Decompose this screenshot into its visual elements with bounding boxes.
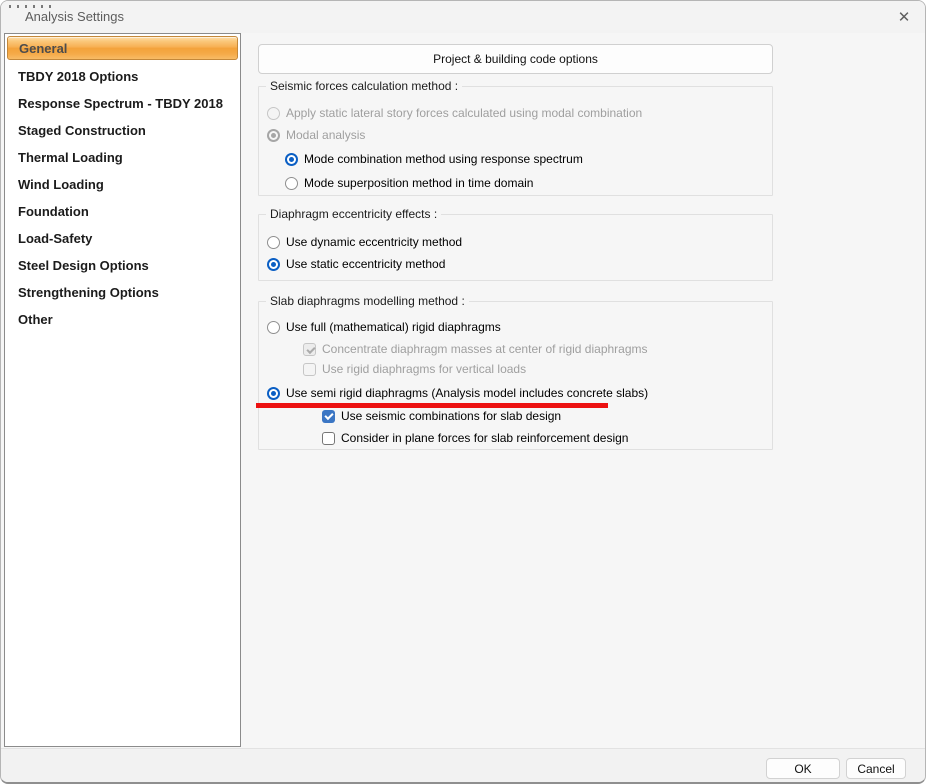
radio-modal-analysis: Modal analysis [267,127,365,143]
sidebar-item-label: Wind Loading [18,177,104,192]
project-building-code-options-button[interactable]: Project & building code options [258,44,773,74]
sidebar-item-label: General [19,40,68,56]
sidebar-item-label: Foundation [18,204,89,219]
sidebar-item-response-spectrum[interactable]: Response Spectrum - TBDY 2018 [5,90,240,117]
sidebar-item-label: Load-Safety [18,231,93,246]
option-label: Use seismic combinations for slab design [341,409,562,423]
radio-icon[interactable] [285,176,298,190]
sidebar-item-strengthening-options[interactable]: Strengthening Options [5,279,240,306]
seismic-forces-group: Seismic forces calculation method : Appl… [258,79,773,196]
checkbox-seismic-combinations-slab-design[interactable]: Use seismic combinations for slab design [322,408,561,424]
sidebar-item-label: Thermal Loading [18,150,123,165]
dialog-title: Analysis Settings [25,9,124,24]
sidebar-item-load-safety[interactable]: Load-Safety [5,225,240,252]
cancel-button-label: Cancel [857,761,895,776]
radio-icon[interactable] [267,257,280,271]
group-title: Diaphragm eccentricity effects : [266,207,442,221]
sidebar-item-label: Staged Construction [18,123,146,138]
title-bar: Analysis Settings ✕ [1,1,925,33]
radio-dynamic-eccentricity[interactable]: Use dynamic eccentricity method [267,234,462,250]
ok-button-label: OK [794,761,812,776]
option-label: Use dynamic eccentricity method [286,235,463,249]
button-label: Project & building code options [433,52,598,66]
option-label: Consider in plane forces for slab reinfo… [341,431,629,445]
radio-icon[interactable] [285,152,298,166]
radio-icon[interactable] [267,320,280,334]
radio-icon [267,128,280,142]
option-label: Use rigid diaphragms for vertical loads [322,362,527,376]
sidebar-item-label: Strengthening Options [18,285,159,300]
radio-mode-combination-response-spectrum[interactable]: Mode combination method using response s… [285,151,583,167]
checkbox-rigid-diaphragms-vertical-loads: Use rigid diaphragms for vertical loads [303,361,526,377]
slab-diaphragms-group: Slab diaphragms modelling method : Use f… [258,294,773,450]
checkbox-icon[interactable] [322,409,335,423]
sidebar-item-wind-loading[interactable]: Wind Loading [5,171,240,198]
cancel-button[interactable]: Cancel [846,758,906,779]
checkbox-icon [303,342,316,356]
sidebar-item-other[interactable]: Other [5,306,240,333]
option-label: Mode combination method using response s… [304,152,583,166]
radio-icon [267,106,280,120]
settings-category-list: General TBDY 2018 Options Response Spect… [4,33,241,747]
annotation-red-underline [256,403,608,408]
option-label: Apply static lateral story forces calcul… [286,106,643,120]
radio-icon[interactable] [267,235,280,249]
analysis-settings-dialog: Analysis Settings ✕ General TBDY 2018 Op… [0,0,926,784]
radio-static-eccentricity[interactable]: Use static eccentricity method [267,256,445,272]
window-top-artifacts [9,5,51,8]
option-label: Use semi rigid diaphragms (Analysis mode… [286,386,649,400]
sidebar-item-label: TBDY 2018 Options [18,69,139,84]
option-label: Use static eccentricity method [286,257,446,271]
group-title: Seismic forces calculation method : [266,79,463,93]
option-label: Modal analysis [286,128,366,142]
radio-semi-rigid-diaphragms[interactable]: Use semi rigid diaphragms (Analysis mode… [267,385,648,401]
sidebar-item-staged-construction[interactable]: Staged Construction [5,117,240,144]
option-label: Mode superposition method in time domain [304,176,534,190]
checkbox-icon[interactable] [322,431,335,445]
eccentricity-effects-group: Diaphragm eccentricity effects : Use dyn… [258,207,773,281]
sidebar-item-label: Other [18,312,53,327]
radio-mode-superposition-time-domain[interactable]: Mode superposition method in time domain [285,175,533,191]
radio-full-rigid-diaphragms[interactable]: Use full (mathematical) rigid diaphragms [267,319,501,335]
option-label: Use full (mathematical) rigid diaphragms [286,320,501,334]
sidebar-item-steel-design-options[interactable]: Steel Design Options [5,252,240,279]
radio-apply-static-lateral-forces: Apply static lateral story forces calcul… [267,105,642,121]
sidebar-item-thermal-loading[interactable]: Thermal Loading [5,144,240,171]
sidebar-item-tbdy-2018-options[interactable]: TBDY 2018 Options [5,63,240,90]
sidebar-item-foundation[interactable]: Foundation [5,198,240,225]
sidebar-item-label: Steel Design Options [18,258,149,273]
radio-icon[interactable] [267,386,280,400]
ok-button[interactable]: OK [766,758,840,779]
close-icon: ✕ [897,9,911,26]
checkbox-concentrate-diaphragm-masses: Concentrate diaphragm masses at center o… [303,341,648,357]
option-label: Concentrate diaphragm masses at center o… [322,342,648,356]
footer-bar: OK Cancel [1,748,925,782]
close-button[interactable]: ✕ [891,5,917,29]
group-title: Slab diaphragms modelling method : [266,294,469,308]
checkbox-inplane-forces-slab-reinforcement[interactable]: Consider in plane forces for slab reinfo… [322,430,628,446]
sidebar-item-label: Response Spectrum - TBDY 2018 [18,96,223,111]
sidebar-item-general[interactable]: General [7,36,238,60]
checkbox-icon [303,362,316,376]
